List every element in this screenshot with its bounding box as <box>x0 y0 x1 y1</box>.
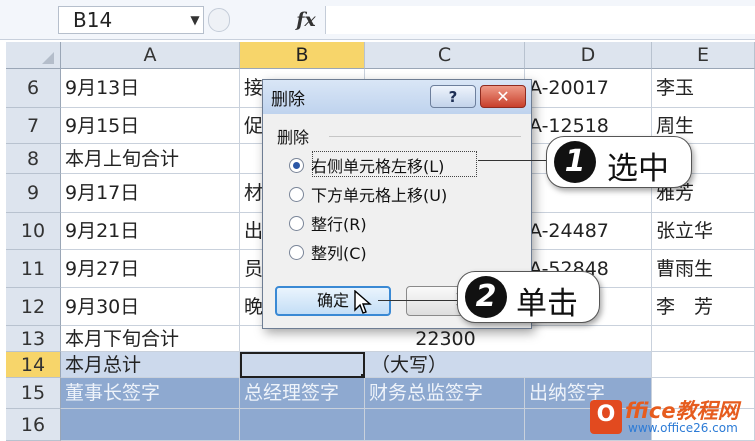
cell-b13-merged[interactable]: 22300 <box>240 326 652 352</box>
cell-a15[interactable]: 董事长签字 <box>61 378 240 409</box>
radio-icon[interactable] <box>289 245 304 260</box>
cell-a9[interactable]: 9月17日 <box>61 174 240 213</box>
row-header[interactable]: 15 <box>6 378 61 409</box>
row-header[interactable]: 9 <box>6 174 61 213</box>
option-label: 整行 <box>311 215 344 234</box>
cell-a6[interactable]: 9月13日 <box>61 69 240 108</box>
column-header-e[interactable]: E <box>652 42 755 69</box>
row-header[interactable]: 13 <box>6 326 61 352</box>
option-label: 整列 <box>311 244 344 263</box>
cell-e13[interactable] <box>652 326 755 352</box>
callout-text: 单击 <box>516 286 578 322</box>
column-header-d[interactable]: D <box>525 42 652 69</box>
ok-button[interactable]: 确定 <box>275 286 391 316</box>
cell-a14[interactable]: 本月总计 <box>61 352 240 378</box>
row-header-selected[interactable]: 14 <box>6 352 61 378</box>
radio-icon[interactable] <box>289 187 304 202</box>
row-header[interactable]: 6 <box>6 69 61 108</box>
cell-d6[interactable]: A-20017 <box>525 69 652 108</box>
option-key: (L) <box>423 157 445 176</box>
radio-icon[interactable] <box>289 216 304 231</box>
cell-e11[interactable]: 曹雨生 <box>652 250 755 288</box>
option-shift-cells-up[interactable]: 下方单元格上移(U) <box>289 182 447 206</box>
cell-b15[interactable]: 总经理签字 <box>240 378 365 409</box>
option-entire-row[interactable]: 整行(R) <box>289 211 367 235</box>
insert-function-icon[interactable]: fx <box>290 5 322 35</box>
cell-c15[interactable]: 财务总监签字 <box>365 378 525 409</box>
callout-click: 2 单击 <box>457 271 600 323</box>
option-key: (U) <box>423 186 448 205</box>
cell-a16[interactable] <box>61 409 240 441</box>
cell-e6[interactable]: 李玉 <box>652 69 755 108</box>
option-label: 下方单元格上移 <box>311 186 424 205</box>
formula-bar-splitter[interactable] <box>208 8 230 32</box>
option-shift-cells-left[interactable]: 右侧单元格左移(L) <box>289 153 444 177</box>
active-cell-b14[interactable] <box>240 352 365 378</box>
option-entire-column[interactable]: 整列(C) <box>289 240 367 264</box>
step-number: 2 <box>465 276 507 318</box>
cell-a12[interactable]: 9月30日 <box>61 288 240 326</box>
callout-text: 选中 <box>607 151 669 187</box>
option-key: (R) <box>343 215 367 234</box>
cell-a10[interactable]: 9月21日 <box>61 213 240 250</box>
cell-b16[interactable] <box>240 409 365 441</box>
office-logo-letter: O <box>596 402 616 427</box>
group-label: 删除 <box>277 128 310 147</box>
callout-connector <box>478 160 546 161</box>
callout-connector <box>378 300 458 301</box>
step-number: 1 <box>554 141 596 183</box>
name-box[interactable]: B14 <box>58 6 204 34</box>
formula-input[interactable] <box>325 6 755 34</box>
group-divider <box>329 136 521 137</box>
cell-e14[interactable] <box>652 352 755 378</box>
cell-c16[interactable] <box>365 409 525 441</box>
row-header[interactable]: 10 <box>6 213 61 250</box>
row-header[interactable]: 16 <box>6 409 61 441</box>
watermark-url: www.office26.com <box>628 421 738 435</box>
callout-select: 1 选中 <box>546 136 692 188</box>
cell-a13[interactable]: 本月下旬合计 <box>61 326 240 352</box>
help-button[interactable]: ? <box>430 85 476 108</box>
mouse-cursor-icon <box>354 290 372 314</box>
cell-c14[interactable]: （大写） <box>365 352 652 378</box>
cell-d10[interactable]: A-24487 <box>525 213 652 250</box>
column-header-b[interactable]: B <box>240 42 365 69</box>
cell-e10[interactable]: 张立华 <box>652 213 755 250</box>
row-header[interactable]: 7 <box>6 108 61 144</box>
chevron-down-icon[interactable]: ▼ <box>186 6 204 34</box>
row-header[interactable]: 12 <box>6 288 61 326</box>
select-all-corner[interactable] <box>6 42 61 69</box>
row-header[interactable]: 11 <box>6 250 61 288</box>
column-header-c[interactable]: C <box>365 42 525 69</box>
column-header-a[interactable]: A <box>61 42 240 69</box>
dialog-title: 删除 <box>271 90 305 110</box>
row-header[interactable]: 8 <box>6 144 61 174</box>
dialog-title-bar[interactable]: 删除 ? ✕ <box>263 80 531 114</box>
option-key: (C) <box>343 244 367 263</box>
close-button[interactable]: ✕ <box>480 85 526 108</box>
cell-a8[interactable]: 本月上旬合计 <box>61 144 240 174</box>
cell-e12[interactable]: 李 芳 <box>652 288 755 326</box>
cell-a7[interactable]: 9月15日 <box>61 108 240 144</box>
option-label: 右侧单元格左移 <box>311 157 424 176</box>
cell-a11[interactable]: 9月27日 <box>61 250 240 288</box>
radio-selected-icon[interactable] <box>289 158 304 173</box>
